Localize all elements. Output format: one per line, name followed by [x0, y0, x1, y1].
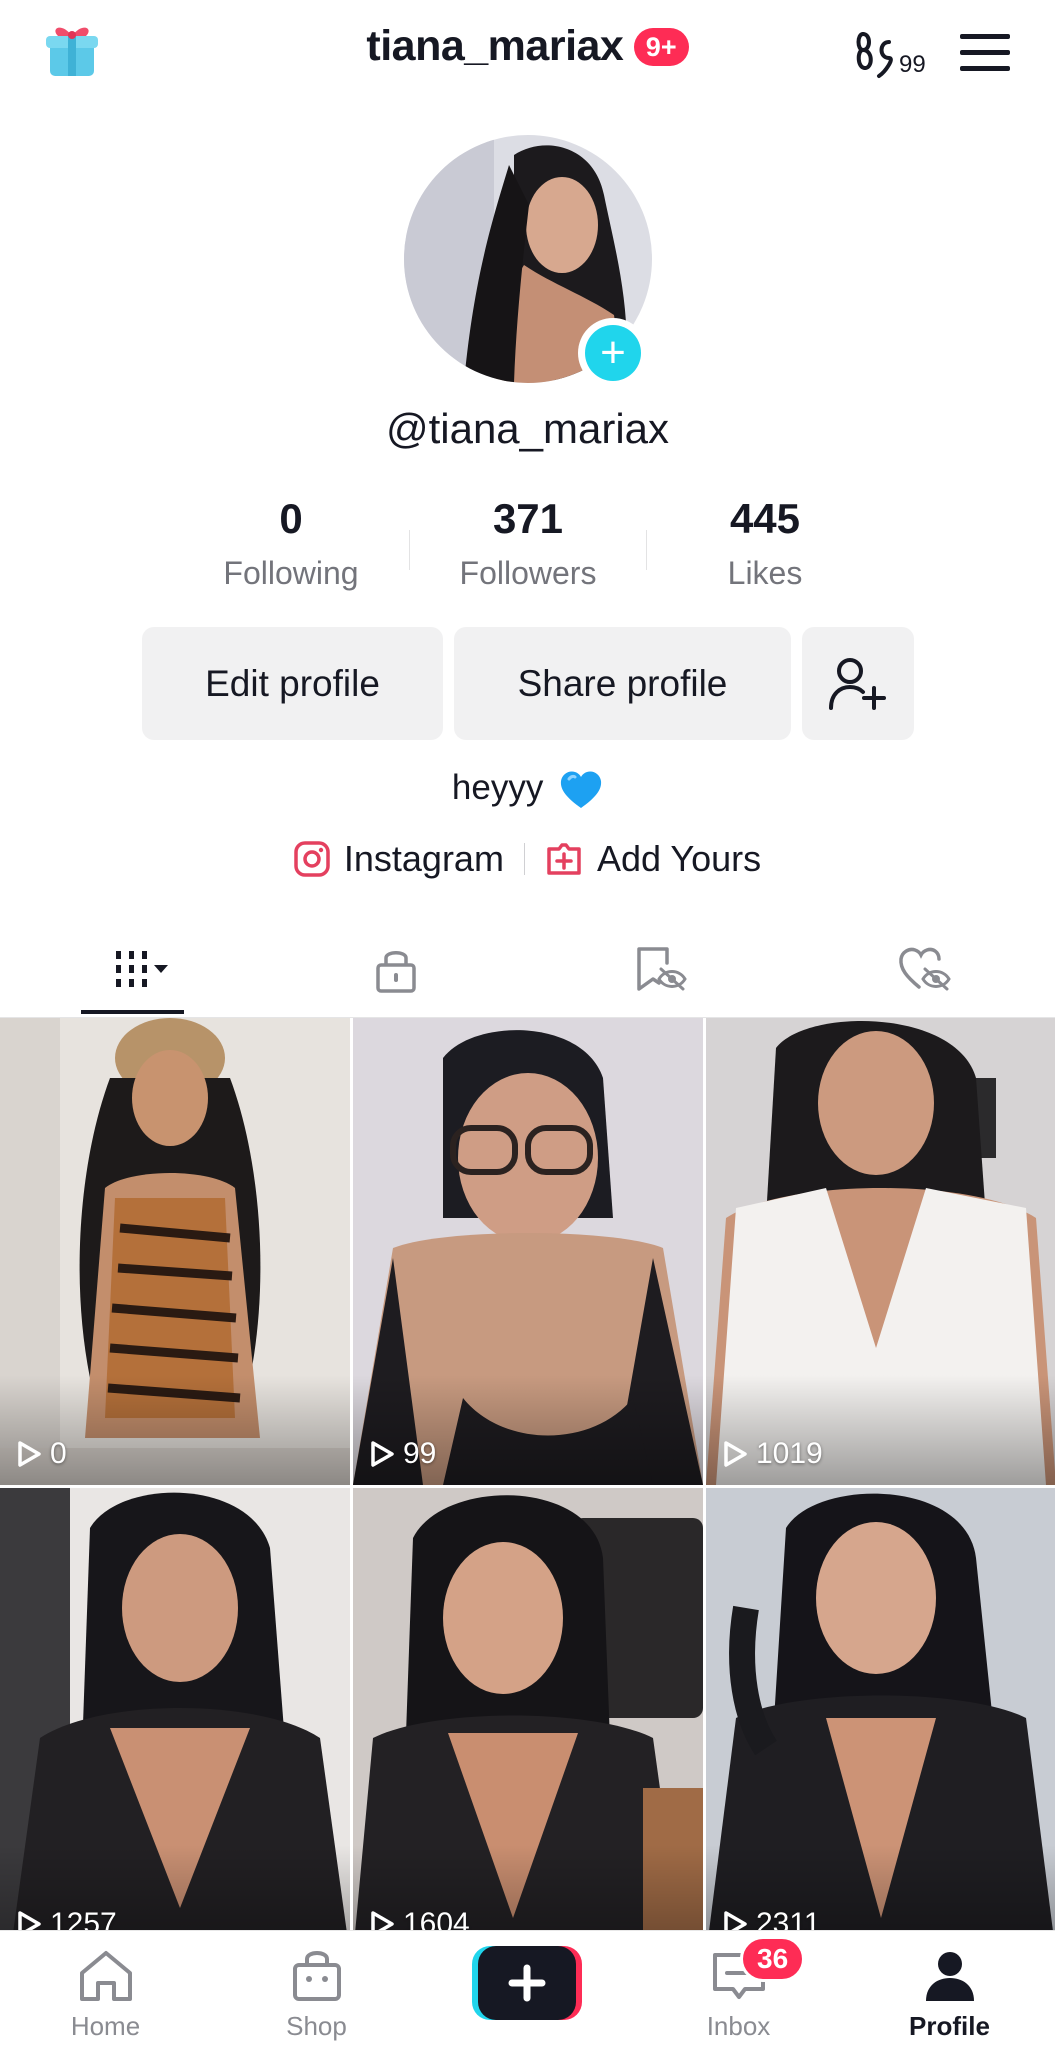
- view-count-value: 2311: [756, 1907, 821, 1930]
- view-count: 2311: [722, 1907, 821, 1930]
- share-profile-button[interactable]: Share profile: [454, 627, 791, 740]
- menu-icon[interactable]: [958, 24, 1014, 80]
- stat-following[interactable]: 0 Following: [171, 495, 411, 592]
- video-thumbnail[interactable]: 2311: [706, 1488, 1055, 1930]
- video-thumbnail[interactable]: 99: [353, 1018, 703, 1485]
- add-yours-link-label: Add Yours: [596, 838, 762, 879]
- creator-tools-count: 99: [899, 51, 926, 78]
- play-icon: [371, 1911, 394, 1930]
- instagram-link[interactable]: Instagram: [294, 838, 504, 880]
- video-thumbnail[interactable]: 0: [0, 1018, 350, 1485]
- link-divider: [523, 843, 525, 875]
- inbox-badge: 36: [740, 1936, 806, 1982]
- view-count-value: 1019: [756, 1437, 823, 1470]
- view-count: 99: [369, 1437, 436, 1471]
- active-tab-indicator: [81, 1010, 184, 1014]
- nav-label: Inbox: [706, 2011, 771, 2041]
- stat-label: Followers: [459, 555, 597, 591]
- add-yours-link[interactable]: Add Yours: [545, 838, 761, 880]
- tab-liked[interactable]: [792, 920, 1055, 1018]
- play-icon: [371, 1441, 394, 1467]
- stat-label: Following: [223, 555, 359, 591]
- view-count-value: 0: [50, 1437, 67, 1470]
- tab-private[interactable]: [264, 920, 528, 1018]
- nav-inbox[interactable]: Inbox: [633, 1931, 844, 2048]
- avatar-add-button[interactable]: +: [578, 318, 648, 388]
- add-friend-button[interactable]: [802, 627, 914, 740]
- creator-tools-icon[interactable]: 99: [855, 24, 935, 80]
- edit-profile-button[interactable]: Edit profile: [142, 627, 443, 740]
- tab-videos[interactable]: [0, 920, 264, 1018]
- view-count: 0: [16, 1437, 67, 1471]
- stat-divider: [409, 530, 410, 570]
- profile-handle: @tiana_mariax: [385, 405, 670, 452]
- stat-divider: [646, 530, 647, 570]
- liked-hidden-icon: [899, 947, 951, 991]
- stat-value: 445: [729, 495, 801, 542]
- nav-shop[interactable]: Shop: [211, 1931, 422, 2048]
- profile-icon: [925, 1952, 974, 2001]
- view-count: 1257: [16, 1907, 117, 1930]
- instagram-icon: [294, 841, 330, 877]
- shop-icon: [292, 1951, 341, 2001]
- videos-grid-icon: [116, 951, 168, 987]
- view-count: 1604: [369, 1907, 470, 1930]
- nav-label: Shop: [286, 2011, 347, 2041]
- nav-label: Profile: [909, 2011, 990, 2041]
- stat-label: Likes: [727, 555, 803, 591]
- video-grid: 0 99 1019 1257 1604 2311: [0, 1018, 1055, 1930]
- bookmark-hidden-icon: [637, 947, 687, 991]
- profile-bio: heyyy: [0, 768, 1055, 810]
- bio-text: heyyy: [451, 768, 544, 807]
- profile-tabs: [0, 920, 1055, 1018]
- profile-stats: 0 Following 371 Followers 445 Likes: [0, 495, 1055, 605]
- play-icon: [724, 1441, 747, 1467]
- profile-links: Instagram Add Yours: [0, 838, 1055, 880]
- blue-heart-icon: [560, 771, 602, 808]
- stat-likes[interactable]: 445 Likes: [645, 495, 885, 592]
- header-username[interactable]: tiana_mariax: [366, 22, 623, 71]
- notification-badge: 9+: [633, 27, 689, 66]
- stat-value: 371: [492, 495, 564, 542]
- add-user-icon: [829, 657, 886, 710]
- nav-home[interactable]: Home: [0, 1931, 211, 2048]
- view-count-value: 1604: [403, 1907, 470, 1930]
- play-icon: [18, 1911, 41, 1930]
- profile-header: tiana_mariax 9+ 99: [0, 0, 1055, 100]
- view-count-value: 99: [403, 1437, 437, 1470]
- tab-saved[interactable]: [528, 920, 792, 1018]
- video-thumbnail[interactable]: 1604: [353, 1488, 703, 1930]
- stat-value: 0: [279, 495, 303, 542]
- play-icon: [18, 1441, 41, 1467]
- video-thumbnail[interactable]: 1257: [0, 1488, 350, 1930]
- nav-label: Home: [70, 2011, 141, 2041]
- home-icon: [79, 1951, 132, 2001]
- view-count-value: 1257: [50, 1907, 117, 1930]
- plus-icon: +: [585, 325, 641, 381]
- video-thumbnail[interactable]: 1019: [706, 1018, 1055, 1485]
- lock-icon: [376, 951, 416, 993]
- stat-followers[interactable]: 371 Followers: [408, 495, 648, 592]
- play-icon: [724, 1911, 747, 1930]
- add-yours-icon: [547, 843, 581, 875]
- create-button[interactable]: [472, 1946, 582, 2020]
- nav-profile[interactable]: Profile: [844, 1931, 1055, 2048]
- view-count: 1019: [722, 1437, 823, 1471]
- instagram-link-label: Instagram: [343, 838, 504, 879]
